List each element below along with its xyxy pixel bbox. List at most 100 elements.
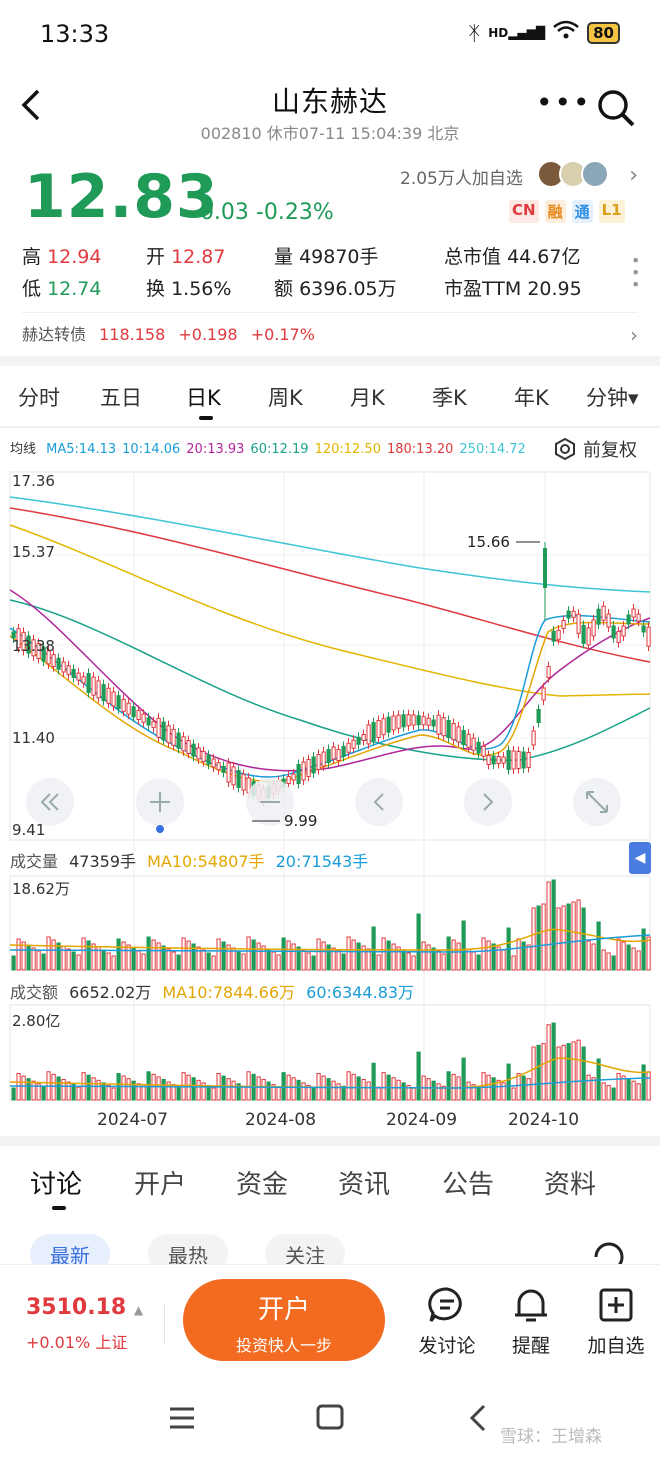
divider (0, 426, 660, 428)
open-stat: 开 12.87 (146, 246, 226, 268)
scroll-right-button[interactable] (464, 778, 512, 826)
low-stat: 低 12.74 (22, 278, 102, 300)
page-subtitle: 002810 休市07-11 15:04:39 北京 (200, 124, 460, 143)
volume-title: 成交量 (10, 852, 59, 871)
watcher-avatars[interactable] (537, 160, 609, 188)
ma-legend-item: 10:14.06 (122, 442, 181, 457)
tab-discussion[interactable]: 讨论 (30, 1164, 82, 1201)
tab-quarterly-k[interactable]: 季K (432, 382, 467, 412)
high-stat: 高 12.94 (22, 246, 102, 268)
tab-daily-k[interactable]: 日K (186, 382, 221, 412)
search-icon (598, 90, 635, 127)
subtab-latest[interactable]: 最新 (30, 1234, 110, 1264)
more-stats-icon[interactable]: • • • (631, 253, 640, 293)
content-tabs: 讨论 开户 资金 资讯 公告 资料 (0, 1160, 660, 1210)
amount-title: 成交额 (10, 983, 59, 1002)
volume-ma10: MA10:54807手 (147, 852, 265, 871)
add-watchlist-button[interactable]: 加自选 (581, 1285, 651, 1358)
chevron-right-icon: › (630, 323, 638, 347)
fullscreen-button[interactable] (573, 778, 621, 826)
plus-square-icon (599, 1288, 633, 1322)
y-tick: 13.38 (12, 637, 55, 655)
volume-value: 47359手 (69, 852, 137, 871)
adjust-label: 前复权 (583, 440, 637, 461)
tab-announcements[interactable]: 公告 (442, 1164, 494, 1201)
tab-5day[interactable]: 五日 (100, 382, 142, 412)
divider (0, 1136, 660, 1146)
tab-monthly-k[interactable]: 月K (350, 382, 385, 412)
volume-ma20: 20:71543手 (275, 852, 369, 871)
volume-stat: 量 49870手 (274, 246, 379, 268)
zoom-in-button[interactable] (136, 778, 184, 826)
tab-yearly-k[interactable]: 年K (514, 382, 549, 412)
open-account-button[interactable]: 开户 投资快人一步 (183, 1279, 385, 1361)
stock-badges: CN 融 通 L1 (509, 200, 625, 223)
subtab-following[interactable]: 关注 (265, 1234, 345, 1264)
last-price: 12.83 (24, 162, 219, 232)
active-tab-indicator (52, 1206, 66, 1210)
page-dot (156, 825, 164, 833)
bond-pct: +0.17% (250, 325, 315, 344)
quote-stats: 高 12.94 开 12.87 量 49870手 总市值 44.67亿 低 12… (22, 242, 622, 306)
indicator-toggle-button[interactable]: ◀ (629, 842, 651, 874)
add-watchlist-label: 加自选 (587, 1335, 645, 1357)
x-tick: 2024-08 (245, 1110, 317, 1130)
ma-legend-item: 120:12.50 (314, 442, 381, 457)
active-tab-indicator (199, 416, 213, 420)
kline-chart[interactable]: 15.66 9.99 (0, 462, 660, 1142)
tab-news[interactable]: 资讯 (338, 1164, 390, 1201)
divider (164, 1305, 165, 1345)
ma-legend-item: 180:13.20 (386, 442, 454, 457)
badge-cn: CN (509, 200, 539, 223)
tab-funds[interactable]: 资金 (236, 1164, 288, 1201)
back-nav-icon[interactable] (468, 1404, 488, 1439)
watermark: 雪球：王增森 (500, 1427, 602, 1447)
refresh-icon[interactable] (590, 1238, 628, 1264)
volume-bars (9, 879, 651, 971)
chevron-right-icon[interactable]: › (629, 163, 638, 188)
bond-change: +0.198 (178, 325, 238, 344)
x-tick: 2024-07 (97, 1110, 169, 1130)
market-cap-stat: 总市值 44.67亿 (444, 246, 581, 268)
more-button[interactable]: ••• (536, 86, 592, 119)
action-bar: 3510.18 ▲ +0.01% 上证 开户 投资快人一步 发讨论 提醒 加自选 (0, 1264, 660, 1374)
bond-name: 赫达转债 (22, 325, 87, 344)
open-account-label: 开户 (257, 1295, 310, 1325)
tab-intraday[interactable]: 分时 (18, 382, 60, 412)
scroll-left-button[interactable] (355, 778, 403, 826)
alert-button[interactable]: 提醒 (496, 1285, 566, 1358)
turnover-stat: 换 1.56% (146, 278, 232, 300)
y-tick: 17.36 (12, 472, 55, 490)
ma-legend-prefix: 均线 (10, 442, 37, 457)
bell-icon (515, 1289, 547, 1322)
watcher-count[interactable]: 2.05万人加自选 (400, 164, 523, 189)
y-tick: 15.37 (12, 543, 55, 561)
tab-minute[interactable]: 分钟▾ (586, 382, 639, 412)
ma-legend-item: 20:13.93 (186, 442, 245, 457)
adjust-button[interactable]: 前复权 (553, 436, 637, 462)
tab-weekly-k[interactable]: 周K (268, 382, 303, 412)
amount-bars (9, 1022, 651, 1101)
tab-open-account[interactable]: 开户 (134, 1164, 186, 1201)
stats-row-2: 低 12.74 换 1.56% 额 6396.05万 市盈TTM 20.95 (22, 274, 622, 306)
x-tick: 2024-10 (508, 1110, 580, 1130)
search-button[interactable] (596, 88, 636, 132)
amount-value: 6652.02万 (69, 983, 152, 1002)
home-icon[interactable] (316, 1404, 344, 1437)
signal-icon: HD▂▄▆█ (488, 25, 546, 40)
y-tick: 11.40 (12, 729, 55, 747)
comment-icon (428, 1287, 462, 1322)
y-tick: 9.41 (12, 821, 46, 839)
status-time: 13:33 (40, 20, 110, 48)
post-discussion-label: 发讨论 (418, 1335, 476, 1357)
subtab-hot[interactable]: 最热 (148, 1234, 228, 1264)
post-discussion-button[interactable]: 发讨论 (412, 1285, 482, 1358)
amount-ma60: 60:6344.83万 (306, 983, 415, 1002)
alert-label: 提醒 (511, 1335, 550, 1357)
badge-connect: 通 (571, 200, 593, 223)
tab-profile[interactable]: 资料 (544, 1164, 596, 1201)
menu-icon[interactable] (168, 1404, 196, 1437)
scroll-left-fast-button[interactable] (26, 778, 74, 826)
convertible-bond-row[interactable]: 赫达转债 118.158 +0.198 +0.17% › (22, 312, 638, 352)
pe-stat: 市盈TTM 20.95 (444, 278, 582, 300)
